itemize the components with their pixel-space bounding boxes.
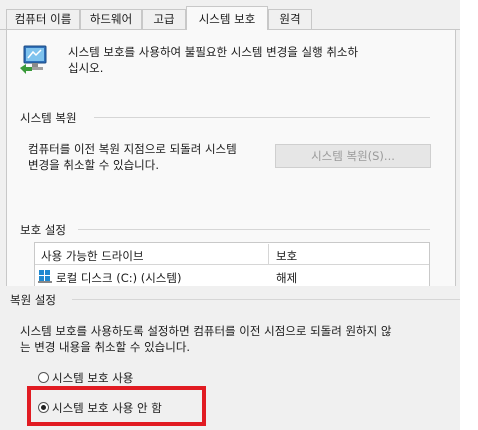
system-protection-icon: [18, 42, 52, 78]
intro-text-line1: 시스템 보호를 사용하여 불필요한 시스템 변경을 실행 취소하: [68, 45, 359, 59]
tab-system-protection[interactable]: 시스템 보호: [186, 6, 268, 30]
tab-computer-name[interactable]: 컴퓨터 이름: [6, 9, 80, 29]
highlight-box: [27, 386, 206, 426]
restore-settings-title: 복원 설정: [10, 293, 56, 307]
restore-settings-desc-line2: 는 변경 내용을 취소할 수 있습니다.: [20, 340, 191, 354]
protection-section-divider: [78, 229, 430, 230]
restore-settings-desc-line1: 시스템 보호를 사용하도록 설정하면 컴퓨터를 이전 시점으로 되돌려 원하지 …: [20, 324, 392, 338]
option-enable-protection-label[interactable]: 시스템 보호 사용: [52, 370, 133, 386]
drive-name: 로컬 디스크 (C:) (시스템): [56, 271, 182, 285]
system-restore-button[interactable]: 시스템 복원(S)...: [275, 144, 431, 168]
drive-protection-status: 해제: [276, 271, 298, 285]
table-row[interactable]: 로컬 디스크 (C:) (시스템) 해제: [38, 268, 430, 286]
column-header-protection[interactable]: 보호: [276, 248, 297, 264]
column-header-drive[interactable]: 사용 가능한 드라이브: [41, 248, 144, 264]
restore-section-divider: [94, 117, 430, 118]
restore-desc-line2: 변경을 취소할 수 있습니다.: [28, 158, 160, 172]
tab-remote[interactable]: 원격: [268, 9, 312, 29]
restore-section-title: 시스템 복원: [20, 111, 77, 125]
protection-section-title: 보호 설정: [20, 223, 66, 237]
drive-icon: [38, 269, 52, 283]
radio-enable-protection[interactable]: [38, 372, 49, 383]
intro-text-line2: 십시오.: [68, 61, 104, 75]
column-header-separator: [268, 244, 269, 264]
restore-settings-divider: [72, 299, 460, 300]
restore-desc-line1: 컴퓨터를 이전 복원 지점으로 되돌려 시스템: [28, 142, 237, 156]
tab-hardware[interactable]: 하드웨어: [80, 9, 142, 29]
list-header-divider: [35, 264, 429, 265]
tab-advanced[interactable]: 고급: [142, 9, 186, 29]
